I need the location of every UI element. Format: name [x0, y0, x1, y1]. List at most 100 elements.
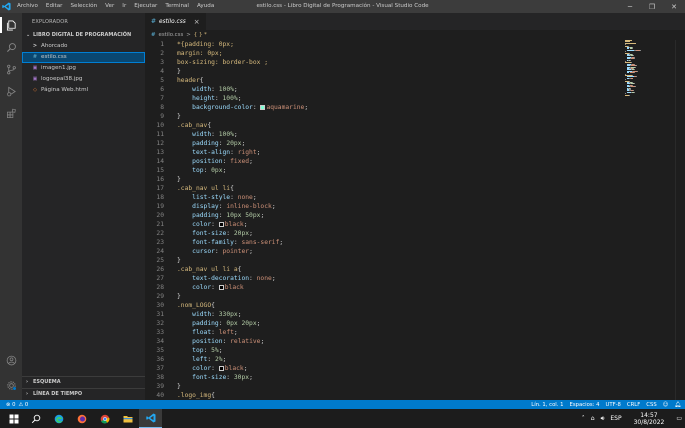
cursor-position[interactable]: Lín. 1, col. 1 — [531, 402, 563, 408]
maximize-button[interactable]: ❐ — [641, 0, 663, 13]
code-line[interactable]: 13 text-align: right; — [145, 148, 615, 157]
tab-estilo-css[interactable]: # estilo.css × — [145, 13, 206, 30]
tree-item-folder[interactable]: > Ahorcado — [22, 41, 145, 52]
code-text: .nom_LOGO{ — [177, 301, 215, 310]
volume-icon[interactable]: 🔊︎ — [598, 415, 608, 423]
errors-indicator[interactable]: ⊗ 0 — [6, 402, 16, 408]
vscode-taskbar-icon[interactable] — [139, 409, 162, 428]
code-line[interactable]: 8 background-color: aquamarine; — [145, 103, 615, 112]
workspace-root-header[interactable]: ⌄ LIBRO DIGITAL DE PROGRAMACIÓN — [22, 30, 145, 41]
code-line[interactable]: 1 *{padding: 0px; — [145, 40, 615, 49]
code-line[interactable]: 9} — [145, 112, 615, 121]
code-line[interactable]: 24 cursor: pointer; — [145, 247, 615, 256]
menu-item-ayuda[interactable]: Ayuda — [193, 0, 218, 13]
clock[interactable]: 14:57 30/8/2022 — [625, 412, 674, 426]
menu-item-ejecutar[interactable]: Ejecutar — [130, 0, 161, 13]
source-control-icon[interactable] — [0, 59, 22, 79]
tree-item-css[interactable]: # estilo.css — [22, 52, 145, 63]
code-line[interactable]: 19 display: inline-block; — [145, 202, 615, 211]
code-line[interactable]: 7 height: 100%; — [145, 94, 615, 103]
code-line[interactable]: 25} — [145, 256, 615, 265]
code-line[interactable]: 2 margin: 0px; — [145, 49, 615, 58]
run-debug-icon[interactable] — [0, 81, 22, 101]
code-editor[interactable]: 1 *{padding: 0px; 2 margin: 0px; 3 box-sizing… — [145, 40, 685, 400]
code-line[interactable]: 14 position: fixed; — [145, 157, 615, 166]
code-line[interactable]: 22 font-size: 20px; — [145, 229, 615, 238]
menu-item-selección[interactable]: Selección — [66, 0, 101, 13]
minimap[interactable] — [625, 40, 675, 100]
breadcrumb-file[interactable]: estilo.css — [159, 32, 184, 38]
code-line[interactable]: 37 color: black; — [145, 364, 615, 373]
code-line[interactable]: 35 top: 5%; — [145, 346, 615, 355]
timeline-section[interactable]: › LÍNEA DE TIEMPO — [22, 388, 145, 400]
code-line[interactable]: 6 width: 100%; — [145, 85, 615, 94]
code-line[interactable]: 28 color: black — [145, 283, 615, 292]
notifications-icon[interactable]: 🔔︎ — [674, 402, 681, 408]
code-line[interactable]: 16} — [145, 175, 615, 184]
taskbar-search-icon[interactable] — [24, 409, 47, 428]
code-line[interactable]: 3 box-sizing: border-box ; — [145, 58, 615, 67]
code-line[interactable]: 18 list-style: none; — [145, 193, 615, 202]
code-line[interactable]: 10 .cab_nav{ — [145, 121, 615, 130]
show-hidden-icons[interactable]: ˄ — [579, 415, 588, 422]
end-of-line[interactable]: CRLF — [627, 402, 640, 408]
menu-item-ver[interactable]: Ver — [101, 0, 118, 13]
start-button[interactable] — [2, 409, 25, 428]
code-line[interactable]: 27 text-decoration: none; — [145, 274, 615, 283]
color-swatch[interactable] — [260, 104, 266, 110]
menu-item-editar[interactable]: Editar — [42, 0, 67, 13]
code-line[interactable]: 12 padding: 20px; — [145, 139, 615, 148]
code-line[interactable]: 31 width: 330px; — [145, 310, 615, 319]
tree-item-image[interactable]: ▣ logoepal38.jpg — [22, 74, 145, 85]
code-line[interactable]: 15 top: 0px; — [145, 166, 615, 175]
menu-item-archivo[interactable]: Archivo — [13, 0, 42, 13]
menu-item-terminal[interactable]: Terminal — [161, 0, 193, 13]
code-line[interactable]: 30 .nom_LOGO{ — [145, 301, 615, 310]
code-line[interactable]: 26 .cab_nav ul li a{ — [145, 265, 615, 274]
editor-scrollbar[interactable] — [675, 40, 685, 400]
chrome-icon[interactable] — [93, 409, 116, 428]
extensions-icon[interactable] — [0, 103, 22, 123]
color-swatch[interactable] — [218, 221, 224, 227]
warnings-indicator[interactable]: ⚠ 0 — [19, 402, 29, 408]
network-icon[interactable]: ⌂ — [588, 415, 598, 422]
minimize-button[interactable]: ─ — [619, 0, 641, 13]
close-tab-icon[interactable]: × — [194, 18, 200, 26]
tree-item-image[interactable]: ▣ imagen1.jpg — [22, 63, 145, 74]
code-line[interactable]: 23 font-family: sans-serif; — [145, 238, 615, 247]
account-icon[interactable] — [0, 350, 22, 370]
settings-gear-icon[interactable] — [0, 375, 22, 395]
code-line[interactable]: 36 left: 2%; — [145, 355, 615, 364]
outline-section[interactable]: › ESQUEMA — [22, 376, 145, 388]
code-line[interactable]: 34 position: relative; — [145, 337, 615, 346]
code-line[interactable]: 20 padding: 10px 50px; — [145, 211, 615, 220]
breadcrumb-symbol[interactable]: { } * — [194, 32, 207, 38]
color-swatch[interactable] — [218, 365, 224, 371]
action-center-icon[interactable]: ▭ — [673, 415, 685, 422]
keyboard-language[interactable]: ESP — [607, 415, 624, 422]
code-line[interactable]: 29} — [145, 292, 615, 301]
code-line[interactable]: 38 font-size: 30px; — [145, 373, 615, 382]
language-mode[interactable]: CSS — [646, 402, 656, 408]
edge-browser-icon[interactable] — [47, 409, 70, 428]
code-line[interactable]: 32 padding: 0px 20px; — [145, 319, 615, 328]
file-explorer-icon[interactable] — [116, 409, 139, 428]
tree-item-html[interactable]: ◇ Página Web.html — [22, 85, 145, 96]
close-window-button[interactable]: ✕ — [663, 0, 685, 13]
code-line[interactable]: 21 color: black; — [145, 220, 615, 229]
code-line[interactable]: 17 .cab_nav ul li{ — [145, 184, 615, 193]
code-line[interactable]: 11 width: 100%; — [145, 130, 615, 139]
search-icon[interactable] — [0, 37, 22, 57]
code-line[interactable]: 5 header{ — [145, 76, 615, 85]
encoding[interactable]: UTF-8 — [605, 402, 620, 408]
feedback-icon[interactable]: ☺ — [663, 402, 669, 408]
color-swatch[interactable] — [218, 284, 224, 290]
menu-item-ir[interactable]: Ir — [118, 0, 130, 13]
firefox-icon[interactable] — [70, 409, 93, 428]
code-line[interactable]: 4} — [145, 67, 615, 76]
code-line[interactable]: 40 .logo_img{ — [145, 391, 615, 400]
code-line[interactable]: 33 float: left; — [145, 328, 615, 337]
code-line[interactable]: 39} — [145, 382, 615, 391]
indentation[interactable]: Espacios: 4 — [570, 402, 600, 408]
files-icon[interactable] — [0, 15, 22, 35]
